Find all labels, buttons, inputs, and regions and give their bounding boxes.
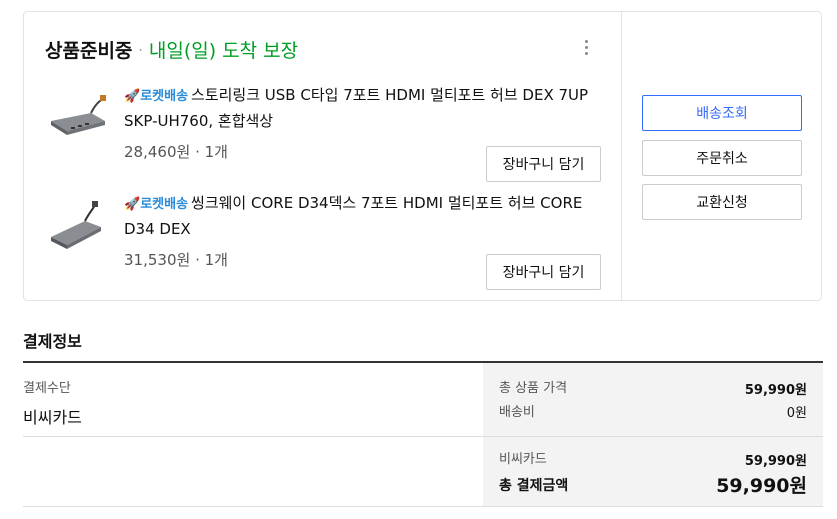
order-items-panel: 상품준비중 · 내일(일) 도착 보장 🚀로켓배송 스토리링크 USB C타입 7포트… [24, 12, 622, 300]
usb-hub-product-image[interactable] [45, 91, 109, 147]
product-price: 31,530원 [124, 251, 191, 269]
more-options-icon[interactable] [580, 38, 592, 58]
order-actions-panel: 배송조회 주문취소 교환신청 [622, 12, 821, 300]
order-card: 상품준비중 · 내일(일) 도착 보장 🚀로켓배송 스토리링크 USB C타입 7포트… [23, 11, 822, 301]
rocket-badge-label: 로켓배송 [140, 89, 189, 104]
product-total-value: 59,990원 [744, 383, 807, 398]
product-price-qty: 31,530원 · 1개 [124, 251, 228, 269]
track-delivery-button[interactable]: 배송조회 [642, 95, 802, 131]
product-quantity: 1개 [204, 143, 228, 161]
delivery-promise: 내일(일) 도착 보장 [148, 40, 299, 62]
product-price-qty: 28,460원 · 1개 [124, 143, 228, 161]
shipping-fee-label: 배송비 [499, 405, 535, 420]
product-price: 28,460원 [124, 143, 191, 161]
add-to-cart-button[interactable]: 장바구니 담기 [486, 146, 601, 182]
rocket-icon: 🚀 [124, 197, 141, 212]
card-payment-label: 비씨카드 [499, 452, 547, 467]
order-status: 상품준비중 [45, 40, 133, 62]
product-quantity: 1개 [204, 251, 228, 269]
rocket-icon: 🚀 [124, 89, 141, 104]
payment-method-value: 비씨카드 [23, 408, 82, 427]
rocket-delivery-badge: 🚀로켓배송 [124, 197, 188, 212]
payment-mid-divider [23, 436, 823, 437]
card-payment-value: 59,990원 [744, 454, 807, 469]
payment-method-label: 결제수단 [23, 381, 71, 396]
payment-heading: 결제정보 [23, 332, 82, 351]
usb-hub-product-image[interactable] [45, 199, 109, 255]
product-name: 씽크웨이 CORE D34덱스 7포트 HDMI 멀티포트 허브 CORE D3… [124, 194, 583, 238]
cancel-order-button[interactable]: 주문취소 [642, 140, 802, 176]
product-name: 스토리링크 USB C타입 7포트 HDMI 멀티포트 허브 DEX 7UP S… [124, 86, 589, 130]
payment-bottom-divider [23, 506, 823, 507]
product-title[interactable]: 🚀로켓배송 씽크웨이 CORE D34덱스 7포트 HDMI 멀티포트 허브 CO… [124, 191, 604, 241]
grand-total-label: 총 결제금액 [499, 478, 569, 494]
status-separator: · [138, 43, 143, 59]
shipping-fee-value: 0원 [786, 406, 807, 421]
order-item-1: 🚀로켓배송 스토리링크 USB C타입 7포트 HDMI 멀티포트 허브 DEX … [24, 83, 621, 183]
product-total-label: 총 상품 가격 [499, 381, 568, 396]
rocket-badge-label: 로켓배송 [140, 197, 189, 212]
grand-total-value: 59,990원 [716, 475, 807, 497]
order-item-2: 🚀로켓배송 씽크웨이 CORE D34덱스 7포트 HDMI 멀티포트 허브 CO… [24, 191, 621, 291]
add-to-cart-button[interactable]: 장바구니 담기 [486, 254, 601, 290]
order-status-line: 상품준비중 · 내일(일) 도착 보장 [45, 36, 298, 63]
exchange-request-button[interactable]: 교환신청 [642, 184, 802, 220]
rocket-delivery-badge: 🚀로켓배송 [124, 89, 188, 104]
product-title[interactable]: 🚀로켓배송 스토리링크 USB C타입 7포트 HDMI 멀티포트 허브 DEX … [124, 83, 604, 133]
